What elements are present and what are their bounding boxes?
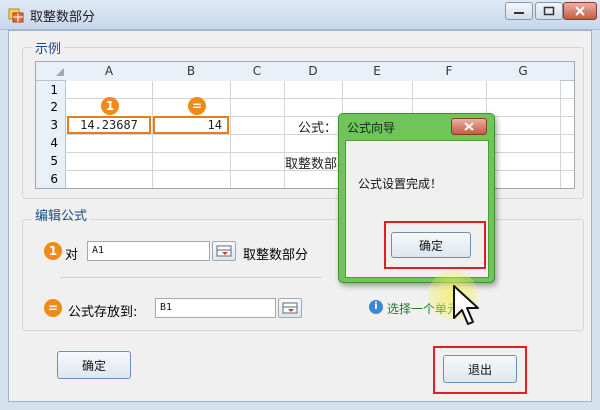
- minimize-icon: [514, 12, 524, 14]
- highlight-box: [384, 221, 486, 269]
- range-picker-icon: [282, 302, 298, 314]
- column-header-a: A: [66, 62, 152, 81]
- step-badge-1: 1: [101, 97, 119, 115]
- target-cell-picker-button[interactable]: [278, 298, 302, 318]
- mouse-pointer-icon: [453, 285, 479, 325]
- formula-label: 公式：: [298, 121, 338, 136]
- source-suffix: 取整数部分: [243, 248, 309, 263]
- column-header-d: D: [284, 62, 342, 81]
- column-header-g: G: [486, 62, 560, 81]
- title-bar: 取整数部分: [0, 0, 600, 30]
- row-header-1: 1: [50, 83, 58, 97]
- grid-line: [284, 81, 285, 188]
- close-button[interactable]: [563, 2, 597, 20]
- column-header-b: B: [152, 62, 230, 81]
- column-header-f: F: [412, 62, 486, 81]
- dialog-close-button[interactable]: [451, 118, 487, 135]
- source-cell-field[interactable]: A1: [87, 241, 210, 261]
- dialog-title: 公式向导: [347, 121, 396, 135]
- maximize-button[interactable]: [535, 2, 563, 20]
- source-label: 对: [65, 248, 79, 263]
- row-header-5: 5: [50, 154, 58, 168]
- close-icon: [464, 122, 474, 131]
- step-badge-1: 1: [44, 242, 62, 260]
- column-header-c: C: [230, 62, 284, 81]
- grid-line: [560, 81, 561, 188]
- row-header-2: 2: [50, 100, 58, 114]
- target-label: 公式存放到:: [68, 305, 138, 320]
- window-title: 取整数部分: [30, 10, 96, 25]
- spreadsheet-app-icon: [8, 8, 24, 23]
- equals-badge: =: [44, 299, 62, 317]
- example-group-title: 示例: [32, 38, 65, 57]
- highlight-box: [433, 346, 527, 394]
- row-header-6: 6: [50, 172, 58, 186]
- edit-formula-group-title: 编辑公式: [32, 205, 91, 224]
- select-all-corner-icon[interactable]: [56, 68, 64, 76]
- range-picker-icon: [216, 245, 232, 257]
- divider: [60, 277, 322, 278]
- cell-b3: 14: [153, 116, 229, 134]
- grid-line: [230, 81, 231, 188]
- close-icon: [575, 6, 585, 16]
- dialog-message: 公式设置完成！: [358, 177, 443, 191]
- info-icon: i: [369, 300, 383, 314]
- maximize-icon: [543, 6, 555, 16]
- row-header-4: 4: [50, 136, 58, 150]
- formula-description: 取整数部: [285, 157, 338, 172]
- main-window: 取整数部分 示例 A B C D E F G 1 2 3 4 5 6 1 = 1…: [0, 0, 600, 410]
- cell-a3: 14.23687: [67, 116, 151, 134]
- equals-badge: =: [188, 97, 206, 115]
- ok-button[interactable]: 确定: [57, 351, 131, 379]
- column-header-e: E: [342, 62, 412, 81]
- grid-line: [152, 81, 153, 188]
- minimize-button[interactable]: [505, 2, 533, 20]
- source-cell-picker-button[interactable]: [212, 241, 236, 261]
- wizard-dialog: 公式向导 公式设置完成！ 确定: [338, 113, 495, 283]
- target-cell-field[interactable]: B1: [155, 298, 276, 318]
- grid-line: [66, 98, 574, 99]
- row-header-3: 3: [50, 118, 58, 132]
